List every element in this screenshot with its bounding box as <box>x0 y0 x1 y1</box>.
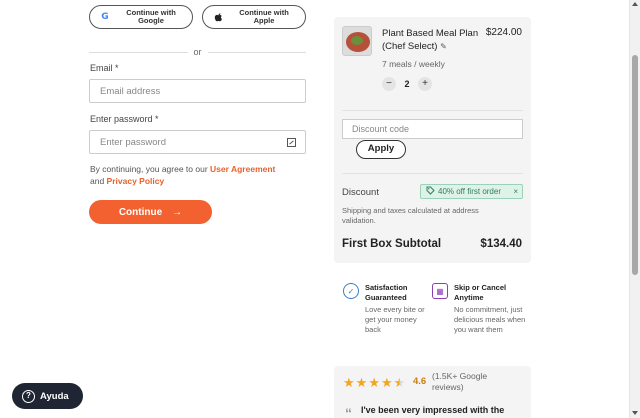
reviews-card: ★ ★ ★ ★ ★ 4.6 (1.5K+ Google reviews) “ I… <box>334 366 531 418</box>
password-label: Enter password * <box>90 114 159 124</box>
quantity-stepper: − 2 + <box>382 77 432 91</box>
guarantee-desc: Love every bite or get your money back <box>365 305 425 334</box>
apply-discount-button[interactable]: Apply <box>356 140 406 159</box>
discount-label: Discount <box>342 187 379 198</box>
rating-value: 4.6 <box>413 376 427 387</box>
guarantee-title: Satisfaction Guaranteed <box>365 283 408 302</box>
or-divider: or <box>89 46 307 58</box>
product-price: $224.00 <box>485 27 522 38</box>
or-text: or <box>193 47 202 57</box>
subtotal-label: First Box Subtotal <box>342 238 442 250</box>
card-divider <box>342 173 523 174</box>
arrow-right-icon: → <box>172 206 183 218</box>
subtotal-value: $134.40 <box>480 238 522 250</box>
shipping-note: Shipping and taxes calculated at address… <box>342 206 479 225</box>
privacy-policy-link[interactable]: Privacy Policy <box>107 176 165 186</box>
password-field[interactable]: Enter password <box>89 130 306 154</box>
card-divider <box>342 110 523 111</box>
product-frequency: 7 meals / weekly <box>382 59 445 69</box>
product-thumbnail <box>342 26 372 56</box>
apple-login-label: Continue with Apple <box>239 8 289 25</box>
terms-text: By continuing, you agree to our User Agr… <box>90 163 310 187</box>
guarantee-desc: No commitment, just delicious meals when… <box>454 305 526 334</box>
increase-quantity-button[interactable]: + <box>418 77 432 91</box>
order-summary-card: Plant Based Meal Plan (Chef Select) ✎ $2… <box>334 17 531 263</box>
email-placeholder: Email address <box>100 85 161 97</box>
email-label: Email * <box>90 63 119 73</box>
calendar-icon: ▦ <box>432 283 448 299</box>
show-password-icon[interactable] <box>287 137 296 147</box>
discount-placeholder: Discount code <box>352 124 410 134</box>
google-login-button[interactable]: G Continue with Google <box>89 5 193 29</box>
review-count: (1.5K+ Google reviews) <box>432 371 488 392</box>
star-rating: ★ ★ ★ ★ ★ <box>343 376 405 389</box>
star-icon: ★ <box>368 375 380 390</box>
terms-prefix: By continuing, you agree to our <box>90 164 211 174</box>
apple-icon <box>213 12 223 22</box>
user-agreement-link[interactable]: User Agreement <box>210 164 275 174</box>
product-name: Plant Based Meal Plan (Chef Select) ✎ <box>382 27 482 53</box>
discount-code-input[interactable]: Discount code <box>342 119 523 139</box>
tag-icon <box>426 186 435 197</box>
guarantee-satisfaction: ✓ Satisfaction Guaranteed Love every bit… <box>343 283 433 335</box>
question-icon: ? <box>22 389 35 403</box>
social-login-row: G Continue with Google Continue with App… <box>89 5 306 29</box>
edit-pencil-icon[interactable]: ✎ <box>440 40 447 53</box>
discount-badge-text: 40% off first order <box>438 187 501 196</box>
quote-icon: “ <box>345 405 352 418</box>
remove-discount-icon[interactable]: × <box>513 187 522 196</box>
password-placeholder: Enter password <box>100 136 167 148</box>
divider-line <box>89 51 188 53</box>
scroll-down-icon[interactable] <box>632 411 638 415</box>
help-button[interactable]: ? Ayuda <box>12 383 83 409</box>
star-icon: ★ <box>355 375 368 390</box>
food-image <box>351 36 363 45</box>
scrollbar-thumb[interactable] <box>632 55 638 275</box>
star-icon: ★ <box>343 375 355 390</box>
decrease-quantity-button[interactable]: − <box>382 77 396 91</box>
star-icon: ★ <box>380 375 393 390</box>
half-star-icon: ★ <box>393 375 406 390</box>
help-label: Ayuda <box>40 390 69 402</box>
google-login-label: Continue with Google <box>126 8 176 25</box>
badge-check-icon: ✓ <box>343 283 359 299</box>
divider-line <box>207 51 307 53</box>
guarantee-cancel: ▦ Skip or Cancel Anytime No commitment, … <box>432 283 532 335</box>
discount-badge: 40% off first order × <box>420 184 523 199</box>
apple-login-button[interactable]: Continue with Apple <box>202 5 306 29</box>
google-icon: G <box>101 12 109 22</box>
guarantee-title: Skip or Cancel Anytime <box>454 283 507 302</box>
scrollbar[interactable] <box>629 0 640 418</box>
scroll-up-icon[interactable] <box>632 2 638 6</box>
review-quote: I've been very impressed with the <box>361 405 505 415</box>
email-field[interactable]: Email address <box>89 79 306 103</box>
terms-and: and <box>90 176 107 186</box>
continue-button[interactable]: Continue → <box>89 200 212 224</box>
quantity-value: 2 <box>404 79 410 89</box>
product-name-text: Plant Based Meal Plan (Chef Select) <box>382 28 479 52</box>
continue-label: Continue <box>118 206 163 218</box>
